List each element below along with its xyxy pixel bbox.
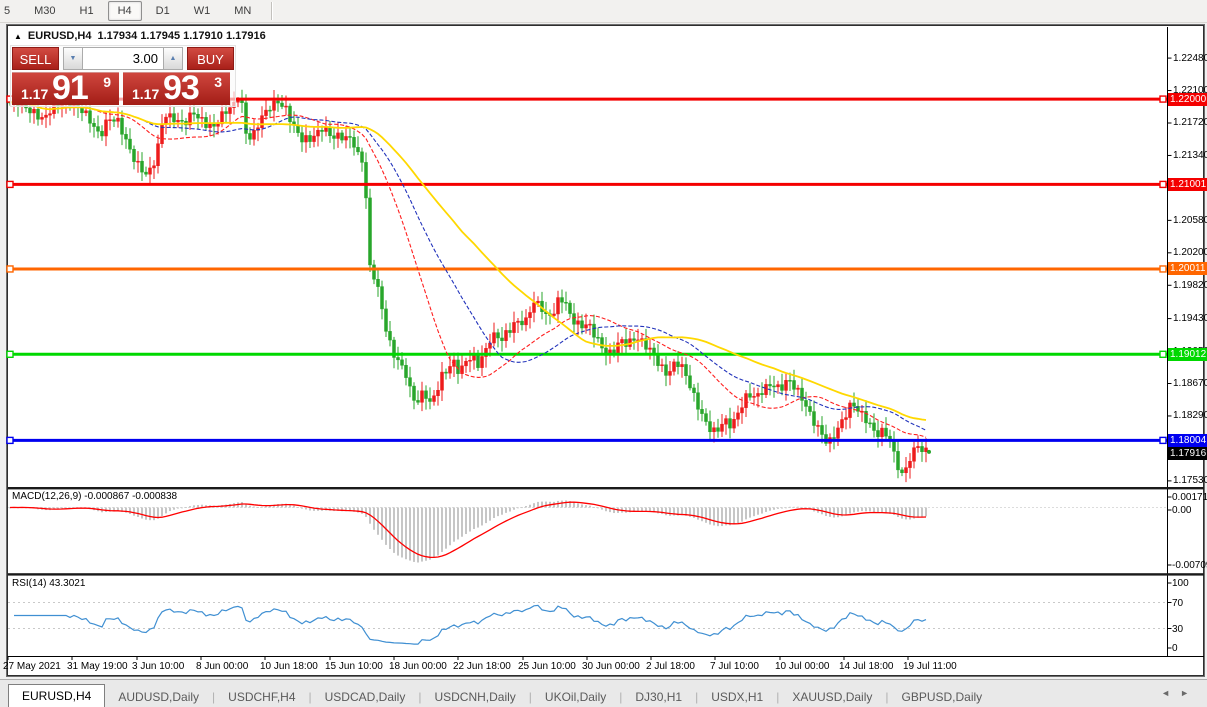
timeframe-toolbar: 5 M30 H1 H4 D1 W1 MN xyxy=(0,0,1207,23)
price-tick-1.20580: 1.20580 xyxy=(1173,215,1207,226)
price-tick-1.20200: 1.20200 xyxy=(1173,247,1207,258)
volume-input[interactable] xyxy=(83,47,163,70)
current-price-badge: 1.17916 xyxy=(1168,447,1207,460)
time-tick-7: 18 Jun 00:00 xyxy=(389,661,447,672)
time-tick-4: 8 Jun 00:00 xyxy=(196,661,249,672)
toolbar-separator xyxy=(271,2,274,20)
time-tick-6: 15 Jun 10:00 xyxy=(325,661,383,672)
buy-price-tile[interactable]: 1.17 93 3 xyxy=(123,69,230,107)
sell-button[interactable]: SELL xyxy=(12,47,59,70)
time-tick-3: 3 Jun 10:00 xyxy=(132,661,185,672)
buy-price-big: 93 xyxy=(163,69,200,107)
timeframe-button-m30[interactable]: M30 xyxy=(24,1,65,21)
price-line-badge-1.20011: 1.20011 xyxy=(1168,262,1207,275)
time-tick-12: 7 Jul 10:00 xyxy=(710,661,759,672)
chart-tab-bar: EURUSD,H4|AUDUSD,Daily|USDCHF,H4|USDCAD,… xyxy=(0,679,1207,707)
timeframe-button-h4[interactable]: H4 xyxy=(107,1,142,21)
rsi-indicator-label: RSI(14) 43.3021 xyxy=(12,578,86,589)
volume-increase-button[interactable]: ▲ xyxy=(163,47,183,70)
chart-tab-dj30[interactable]: DJ30,H1 xyxy=(622,687,695,707)
price-line-badge-1.21001: 1.21001 xyxy=(1168,178,1207,191)
time-tick-2: 31 May 19:00 xyxy=(67,661,128,672)
macd-axis-tick: 0.00 xyxy=(1172,505,1192,516)
buy-price-sup: 3 xyxy=(214,74,222,90)
price-tick-1.19430: 1.19430 xyxy=(1173,313,1207,324)
price-tick-1.17530: 1.17530 xyxy=(1173,475,1207,486)
rsi-axis-tick: 70 xyxy=(1172,597,1184,609)
chart-tab-usdcad[interactable]: USDCAD,Daily xyxy=(312,687,419,707)
chart-symbol-label: EURUSD,H4 xyxy=(27,30,92,42)
chart-tab-eurusd[interactable]: EURUSD,H4 xyxy=(8,684,106,707)
chart-title: ▲ EURUSD,H4 1.17934 1.17945 1.17910 1.17… xyxy=(14,30,266,42)
timeframe-button-5[interactable]: 5 xyxy=(0,1,20,21)
price-line-badge-1.18004: 1.18004 xyxy=(1168,434,1207,447)
price-line-badge-1.19012: 1.19012 xyxy=(1168,348,1207,361)
timeframe-button-d1[interactable]: D1 xyxy=(146,1,180,21)
sell-price-tile[interactable]: 1.17 91 9 xyxy=(12,69,119,107)
tab-scroll-arrows[interactable]: ◄► xyxy=(1161,688,1199,698)
chart-tab-audusd[interactable]: AUDUSD,Daily xyxy=(105,687,212,707)
rsi-axis-tick: 0 xyxy=(1172,643,1178,654)
price-tick-1.21340: 1.21340 xyxy=(1173,150,1207,161)
down-arrow-icon: ▼ xyxy=(69,55,77,62)
price-tick-1.22480: 1.22480 xyxy=(1173,53,1207,64)
time-tick-9: 25 Jun 10:00 xyxy=(518,661,576,672)
time-tick-13: 10 Jul 00:00 xyxy=(775,661,830,672)
macd-axis-tick: -0.00709 xyxy=(1172,560,1207,571)
sell-price-small: 1.17 xyxy=(21,86,49,102)
chart-tab-ukoil[interactable]: UKOil,Daily xyxy=(532,687,619,707)
up-arrow-icon: ▲ xyxy=(169,55,177,62)
time-tick-5: 10 Jun 18:00 xyxy=(260,661,318,672)
price-tick-1.18670: 1.18670 xyxy=(1173,378,1207,389)
timeframe-button-w1[interactable]: W1 xyxy=(184,1,221,21)
time-tick-11: 2 Jul 18:00 xyxy=(646,661,695,672)
chart-tab-usdchf[interactable]: USDCHF,H4 xyxy=(215,687,308,707)
price-tick-1.21720: 1.21720 xyxy=(1173,117,1207,128)
time-tick-14: 14 Jul 18:00 xyxy=(839,661,894,672)
chart-tab-usdcnh[interactable]: USDCNH,Daily xyxy=(421,687,528,707)
timeframe-button-mn[interactable]: MN xyxy=(224,1,261,21)
macd-indicator-label: MACD(12,26,9) -0.000867 -0.000838 xyxy=(12,491,178,502)
tab-scroll-right-icon: ► xyxy=(1180,688,1199,698)
chart-tab-gbpusd[interactable]: GBPUSD,Daily xyxy=(888,687,995,707)
one-click-trading-panel: SELL ▼ ▲ BUY 1.17 91 9 1.17 93 3 xyxy=(10,45,236,107)
volume-decrease-button[interactable]: ▼ xyxy=(63,47,83,70)
price-line-badge-1.22000: 1.22000 xyxy=(1168,93,1207,106)
one-click-panel-toggle-icon[interactable]: ▲ xyxy=(14,32,22,41)
macd-axis-tick: 0.001718 xyxy=(1172,492,1207,503)
chart-ohlc-values: 1.17934 1.17945 1.17910 1.17916 xyxy=(97,30,266,42)
time-tick-15: 19 Jul 11:00 xyxy=(903,661,957,672)
mt4-window: 5 M30 H1 H4 D1 W1 MN ▲ EURUSD,H4 1.17934 1.179… xyxy=(0,0,1207,707)
rsi-axis-tick: 100 xyxy=(1172,578,1189,589)
time-tick-1: 27 May 2021 xyxy=(3,661,61,672)
tab-scroll-left-icon: ◄ xyxy=(1161,688,1181,698)
chart-tab-usdx[interactable]: USDX,H1 xyxy=(698,687,776,707)
sell-price-sup: 9 xyxy=(103,74,111,90)
buy-price-small: 1.17 xyxy=(132,86,160,102)
last-price-marker xyxy=(927,449,931,454)
timeframe-button-h1[interactable]: H1 xyxy=(70,1,104,21)
price-tick-1.18290: 1.18290 xyxy=(1173,410,1207,421)
buy-button[interactable]: BUY xyxy=(187,47,234,70)
sell-price-big: 91 xyxy=(52,69,89,107)
rsi-axis-tick: 30 xyxy=(1172,623,1184,635)
price-tick-1.19820: 1.19820 xyxy=(1173,280,1207,291)
chart-tab-xauusd[interactable]: XAUUSD,Daily xyxy=(779,687,885,707)
time-tick-8: 22 Jun 18:00 xyxy=(453,661,511,672)
time-tick-10: 30 Jun 00:00 xyxy=(582,661,640,672)
